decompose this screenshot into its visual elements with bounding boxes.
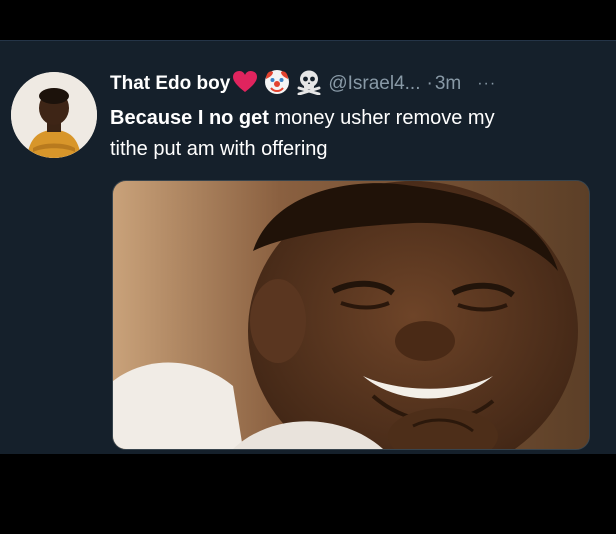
tweet-header: That Edo boy @Israel4... · 3m ··· — [110, 68, 496, 100]
top-divider — [0, 40, 616, 41]
tweet-text: Because I no get money usher remove my t… — [110, 103, 600, 165]
tweet-card[interactable]: That Edo boy @Israel4... · 3m ··· Becaus… — [0, 40, 616, 454]
clown-icon — [264, 69, 290, 100]
separator-dot: · — [426, 73, 433, 94]
bottom-letterbox — [0, 454, 616, 534]
display-name[interactable]: That Edo boy — [110, 73, 230, 95]
skull-crossbones-icon — [296, 69, 322, 100]
heart-icon — [232, 70, 258, 99]
tweet-text-line1: money usher remove my — [268, 107, 495, 129]
user-handle[interactable]: @Israel4... — [328, 73, 420, 95]
avatar[interactable] — [11, 72, 97, 158]
tweet-text-line2: tithe put am with offering — [110, 138, 328, 160]
tweet-text-bold: Because I no get — [110, 107, 269, 129]
top-letterbox — [0, 0, 616, 40]
tweet-timestamp[interactable]: 3m — [435, 73, 461, 95]
more-options-icon[interactable]: ··· — [477, 75, 496, 93]
tweet-photo[interactable] — [112, 180, 590, 450]
